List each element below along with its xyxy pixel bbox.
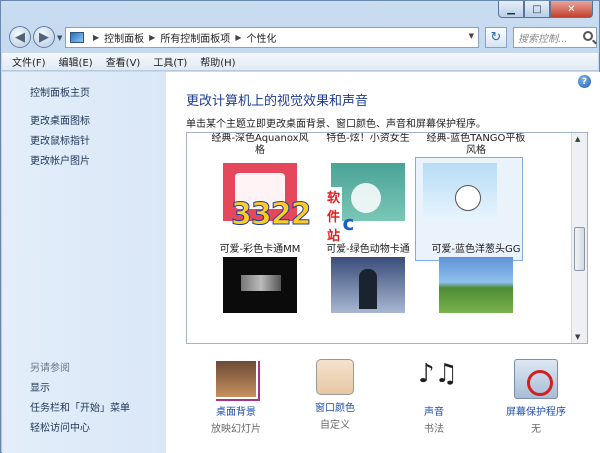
change-account-picture-link[interactable]: 更改帐户图片 [30,152,90,167]
theme-label: 特色-炫！小资女生 [326,133,410,144]
main-content: ? 更改计算机上的视觉效果和声音 单击某个主题立即更改桌面背景、窗口颜色、声音和… [166,72,600,453]
chevron-right-icon[interactable]: ▶ [149,33,155,42]
theme-thumbnail[interactable] [331,163,405,221]
theme-thumbnail[interactable] [223,163,297,221]
back-arrow-icon: ◀ [15,29,25,45]
theme-label: 经典-蓝色TANGO平板风格 [426,133,526,156]
taskbar-start-menu-link[interactable]: 任务栏和「开始」菜单 [30,399,130,414]
desktop-background-action[interactable]: 桌面背景 放映幻灯片 [196,359,276,435]
theme-list-scrollbar[interactable]: ▲ ▼ [571,133,587,343]
ease-of-access-link[interactable]: 轻松访问中心 [30,419,90,434]
refresh-icon: ↻ [490,30,502,45]
search-icon[interactable] [583,31,593,41]
left-navigation-pane: 控制面板主页 更改桌面图标 更改鼠标指针 更改帐户图片 另请参阅 显示 任务栏和… [2,72,166,453]
theme-thumbnail[interactable] [223,257,297,313]
menu-view[interactable]: 查看(V) [106,54,141,69]
theme-label[interactable]: 可爱-绿色动物卡通 [315,240,421,255]
desktop-background-icon [214,359,258,399]
breadcrumb-personalization[interactable]: 个性化 [246,30,276,45]
chevron-right-icon[interactable]: ▶ [93,33,99,42]
page-title: 更改计算机上的视觉效果和声音 [186,94,369,109]
theme-thumbnail[interactable] [439,257,513,313]
window-color-action[interactable]: 窗口颜色 自定义 [295,359,375,431]
page-subtitle: 单击某个主题立即更改桌面背景、窗口颜色、声音和屏幕保护程序。 [186,119,486,130]
chevron-right-icon[interactable]: ▶ [235,33,241,42]
theme-item[interactable]: 特色-炫！小资女生 [315,133,421,145]
window-color-icon [316,359,354,395]
breadcrumb-all-items[interactable]: 所有控制面板项 [160,30,230,45]
action-title[interactable]: 窗口颜色 [295,399,375,414]
minimize-icon[interactable]: ▁ [498,1,524,18]
action-subtitle: 自定义 [320,420,350,431]
change-desktop-icons-link[interactable]: 更改桌面图标 [30,112,90,127]
scroll-down-icon[interactable]: ▼ [575,333,580,341]
action-title[interactable]: 屏幕保护程序 [496,403,576,418]
recent-pages-dropdown-icon[interactable]: ▼ [57,34,62,42]
search-placeholder: 搜索控制... [518,34,568,45]
see-also-heading: 另请参阅 [30,363,70,374]
help-icon[interactable]: ? [578,75,591,88]
display-link[interactable]: 显示 [30,379,50,394]
menu-bar: 文件(F) 编辑(E) 查看(V) 工具(T) 帮助(H) [2,53,598,71]
scroll-up-icon[interactable]: ▲ [575,135,580,143]
refresh-button[interactable]: ↻ [485,27,507,48]
address-bar[interactable]: ▶ 控制面板 ▶ 所有控制面板项 ▶ 个性化 ▼ [65,27,479,48]
menu-help[interactable]: 帮助(H) [200,54,235,69]
action-title[interactable]: 桌面背景 [196,403,276,418]
search-input[interactable]: 搜索控制... [513,27,597,48]
menu-tools[interactable]: 工具(T) [153,54,187,69]
window-frame: ▁ □ ✕ ◀ ▶ ▼ ▶ 控制面板 ▶ 所有控制面板项 ▶ 个性化 ▼ ↻ 搜… [0,0,600,453]
theme-label[interactable]: 可爱-蓝色洋葱头GG [423,240,529,255]
navigation-bar: ◀ ▶ ▼ ▶ 控制面板 ▶ 所有控制面板项 ▶ 个性化 ▼ ↻ 搜索控制... [5,25,597,51]
maximize-icon[interactable]: □ [524,1,550,18]
sounds-action[interactable]: ♪♫ 声音 书法 [394,359,474,435]
close-icon[interactable]: ✕ [550,1,593,18]
action-title[interactable]: 声音 [394,403,474,418]
breadcrumb-control-panel[interactable]: 控制面板 [104,30,144,45]
theme-thumbnail[interactable] [331,257,405,313]
action-subtitle: 无 [531,424,541,435]
action-subtitle: 书法 [424,424,444,435]
address-dropdown-icon[interactable]: ▼ [469,32,474,40]
forward-arrow-icon: ▶ [39,29,49,45]
theme-item[interactable]: 经典-蓝色TANGO平板风格 [423,133,529,157]
theme-item[interactable]: 经典-深色Aquanox风格 [207,133,313,157]
theme-thumbnail[interactable] [423,163,497,221]
action-subtitle: 放映幻灯片 [211,424,261,435]
screen-saver-icon [514,359,558,399]
theme-list: 经典-深色Aquanox风格 特色-炫！小资女生 经典-蓝色TANGO平板风格 … [186,132,588,344]
forward-button[interactable]: ▶ [33,26,55,48]
theme-label: 经典-深色Aquanox风格 [211,133,309,156]
music-note-icon: ♪♫ [418,359,458,389]
change-mouse-pointers-link[interactable]: 更改鼠标指针 [30,132,90,147]
caption-buttons: ▁ □ ✕ [498,1,593,19]
theme-label[interactable]: 可爱-彩色卡通MM [207,240,313,255]
screen-saver-action[interactable]: 屏幕保护程序 无 [496,359,576,435]
scrollbar-thumb[interactable] [574,227,585,271]
menu-file[interactable]: 文件(F) [12,54,46,69]
back-button[interactable]: ◀ [9,26,31,48]
control-panel-icon [70,32,84,43]
control-panel-home-link[interactable]: 控制面板主页 [30,84,90,99]
menu-edit[interactable]: 编辑(E) [59,54,93,69]
